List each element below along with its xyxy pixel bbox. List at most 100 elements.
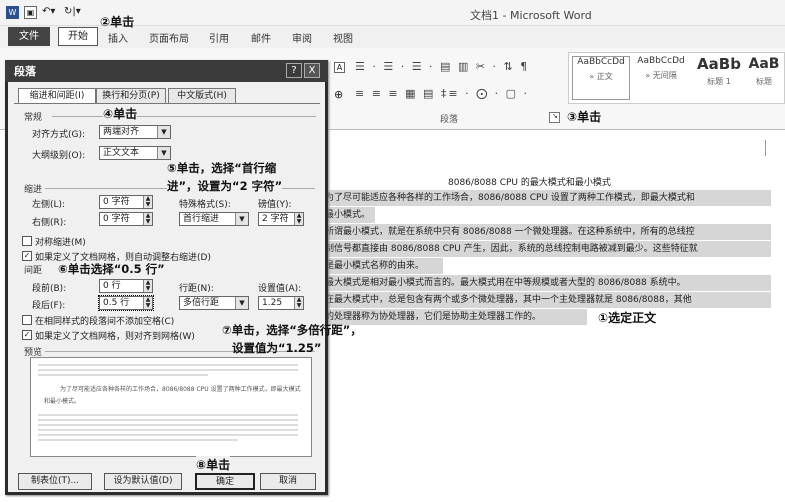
dialog-title: 段落	[14, 65, 36, 78]
preview-line	[38, 369, 298, 371]
document-line[interactable]: 在最大模式中，总是包含有两个或多个微处理器，其中一个主处理器就是 8086/80…	[325, 292, 771, 308]
undo-icon[interactable]: ↶▾	[42, 6, 55, 17]
redo-icon[interactable]: ↻|▾	[64, 6, 81, 17]
auto-right-indent-checkbox[interactable]: ✓	[22, 251, 32, 261]
style-heading-1[interactable]: AaBb 标题 1	[690, 56, 748, 100]
style-preview: AaBbCcDd	[577, 57, 625, 67]
snap-to-grid-checkbox[interactable]: ✓	[22, 330, 32, 340]
indent-by-label: 磅值(Y):	[258, 200, 292, 210]
document-heading[interactable]: 8086/8088 CPU 的最大模式和最小模式	[448, 175, 611, 188]
mirror-indents-label: 对称缩进(M)	[35, 238, 86, 248]
style-preview: AaB	[748, 56, 780, 72]
alignment-label: 对齐方式(G):	[32, 130, 86, 140]
preview-line	[38, 364, 298, 366]
tab-home[interactable]: 开始	[58, 27, 98, 46]
close-button[interactable]: X	[304, 63, 320, 78]
annotation-step5-line2: 进”，设置为“2 字符”	[167, 178, 283, 194]
style-name: 标题	[756, 77, 772, 86]
ok-button[interactable]: 确定	[195, 473, 255, 490]
section-general: 常规	[24, 113, 43, 123]
annotation-step6: ⑥单击选择“0.5 行”	[58, 261, 165, 277]
alignment-select[interactable]: 两端对齐 ▼	[99, 125, 171, 139]
indent-left-label: 左侧(L):	[32, 200, 66, 210]
set-default-button[interactable]: 设为默认值(D)	[104, 473, 182, 490]
tab-file[interactable]: 文件	[8, 27, 50, 46]
paragraph-dialog-launcher[interactable]: ↘	[549, 112, 560, 123]
space-before-value: 0 行	[103, 281, 121, 291]
spacing-at-spinner[interactable]: 1.25 ▲ ▼	[258, 296, 304, 310]
special-indent-label: 特殊格式(S):	[179, 200, 231, 210]
document-line[interactable]: 的处理器称为协处理器，它们是协助主处理器工作的。	[325, 309, 587, 325]
chevron-down-icon: ▼	[235, 213, 248, 225]
paragraph-toolbar-row2[interactable]: ≡ ≡ ≡ ▦ ▤ ‡≡ · ⨀ · ▢ ·	[355, 87, 529, 103]
spinner-arrows-icon[interactable]: ▲ ▼	[294, 213, 303, 225]
space-after-spinner[interactable]: 0.5 行 ▲ ▼	[98, 295, 154, 311]
line-spacing-label: 行距(N):	[179, 284, 214, 294]
no-space-same-style-checkbox[interactable]	[22, 315, 32, 325]
char-border-icon[interactable]: A	[334, 62, 345, 73]
spinner-arrows-icon[interactable]: ▲ ▼	[143, 196, 152, 208]
no-space-same-style-label: 在相同样式的段落间不添加空格(C)	[35, 317, 175, 327]
spinner-arrows-icon[interactable]: ▲ ▼	[143, 213, 152, 225]
section-spacing: 间距	[24, 266, 43, 276]
style-name: » 无间隔	[645, 71, 677, 80]
preview-line	[38, 374, 208, 376]
mirror-indents-checkbox[interactable]	[22, 236, 32, 246]
cancel-button[interactable]: 取消	[260, 473, 316, 490]
outline-level-select[interactable]: 正文文本 ▼	[99, 146, 171, 160]
document-line[interactable]: 最小模式。	[325, 207, 375, 223]
tab-references[interactable]: 引用	[209, 30, 229, 45]
indent-right-value: 0 字符	[103, 214, 130, 224]
style-no-spacing[interactable]: AaBbCcDd » 无间隔	[632, 56, 690, 100]
tab-indent-spacing[interactable]: 缩进和间距(I)	[18, 88, 96, 104]
tab-insert[interactable]: 插入	[108, 30, 128, 45]
document-line[interactable]: 制信号都直接由 8086/8088 CPU 产生，因此，系统的总线控制电路被减到…	[325, 241, 771, 257]
document-line[interactable]: 为了尽可能适应各种各样的工作场合，8086/8088 CPU 设置了两种工作模式…	[325, 190, 771, 206]
tab-asian-typography[interactable]: 中文版式(H)	[168, 88, 236, 104]
outline-level-value: 正文文本	[103, 148, 140, 158]
indent-left-value: 0 字符	[103, 197, 130, 207]
style-title[interactable]: AaB 标题	[744, 56, 784, 100]
chevron-down-icon: ▼	[157, 126, 170, 138]
outline-level-label: 大纲级别(O):	[32, 151, 86, 161]
enclose-char-icon[interactable]: ⊕	[334, 88, 343, 101]
save-icon[interactable]: ▣	[24, 6, 37, 19]
tab-mailings[interactable]: 邮件	[251, 30, 271, 45]
spinner-arrows-icon[interactable]: ▲ ▼	[143, 280, 152, 292]
document-line[interactable]: 所谓最小模式，就是在系统中只有 8086/8088 一个微处理器。在这种系统中，…	[325, 224, 771, 240]
annotation-step2: ②单击	[100, 15, 135, 29]
snap-to-grid-label: 如果定义了文档网格，则对齐到网格(W)	[35, 332, 195, 342]
tab-underline	[14, 103, 320, 104]
word-app-icon[interactable]: W	[6, 6, 19, 19]
space-before-label: 段前(B):	[32, 284, 67, 294]
section-indentation: 缩进	[24, 185, 43, 195]
space-before-spinner[interactable]: 0 行 ▲ ▼	[99, 279, 153, 293]
dialog-title-bar[interactable]	[5, 60, 328, 82]
indent-by-spinner[interactable]: 2 字符 ▲ ▼	[258, 212, 304, 226]
help-button[interactable]: ?	[286, 63, 302, 78]
indent-right-spinner[interactable]: 0 字符 ▲ ▼	[99, 212, 153, 226]
window-title: 文档1 - Microsoft Word	[470, 9, 592, 22]
tab-review[interactable]: 审阅	[292, 30, 312, 45]
launcher-arrow-icon: ↘	[552, 112, 558, 120]
line-spacing-select[interactable]: 多倍行距 ▼	[179, 296, 249, 310]
style-name: 标题 1	[707, 77, 731, 86]
preview-line	[38, 419, 298, 421]
spinner-arrows-icon[interactable]: ▲ ▼	[143, 297, 152, 309]
annotation-step4: ④单击	[103, 105, 138, 122]
indent-left-spinner[interactable]: 0 字符 ▲ ▼	[99, 195, 153, 209]
special-indent-select[interactable]: 首行缩进 ▼	[179, 212, 249, 226]
document-line[interactable]: 最大模式是相对最小模式而言的。最大模式用在中等规模或者大型的 8086/8088…	[325, 275, 771, 291]
annotation-step8: ⑧单击	[196, 456, 231, 473]
paragraph-toolbar-row1[interactable]: ☰ · ☰ · ☰ · ▤ ▥ ✂ · ⇅ ¶	[355, 60, 529, 76]
tab-line-page-breaks[interactable]: 换行和分页(P)	[96, 88, 166, 104]
tabs-button[interactable]: 制表位(T)...	[18, 473, 92, 490]
divider	[52, 116, 316, 117]
tab-page-layout[interactable]: 页面布局	[149, 30, 189, 45]
tab-view[interactable]: 视图	[333, 30, 353, 45]
chevron-down-icon: ▼	[235, 297, 248, 309]
style-normal[interactable]: AaBbCcDd » 正文	[572, 56, 630, 100]
spinner-arrows-icon[interactable]: ▲ ▼	[294, 297, 303, 309]
document-line[interactable]: 是最小模式名称的由来。	[325, 258, 443, 274]
special-indent-value: 首行缩进	[183, 214, 220, 224]
